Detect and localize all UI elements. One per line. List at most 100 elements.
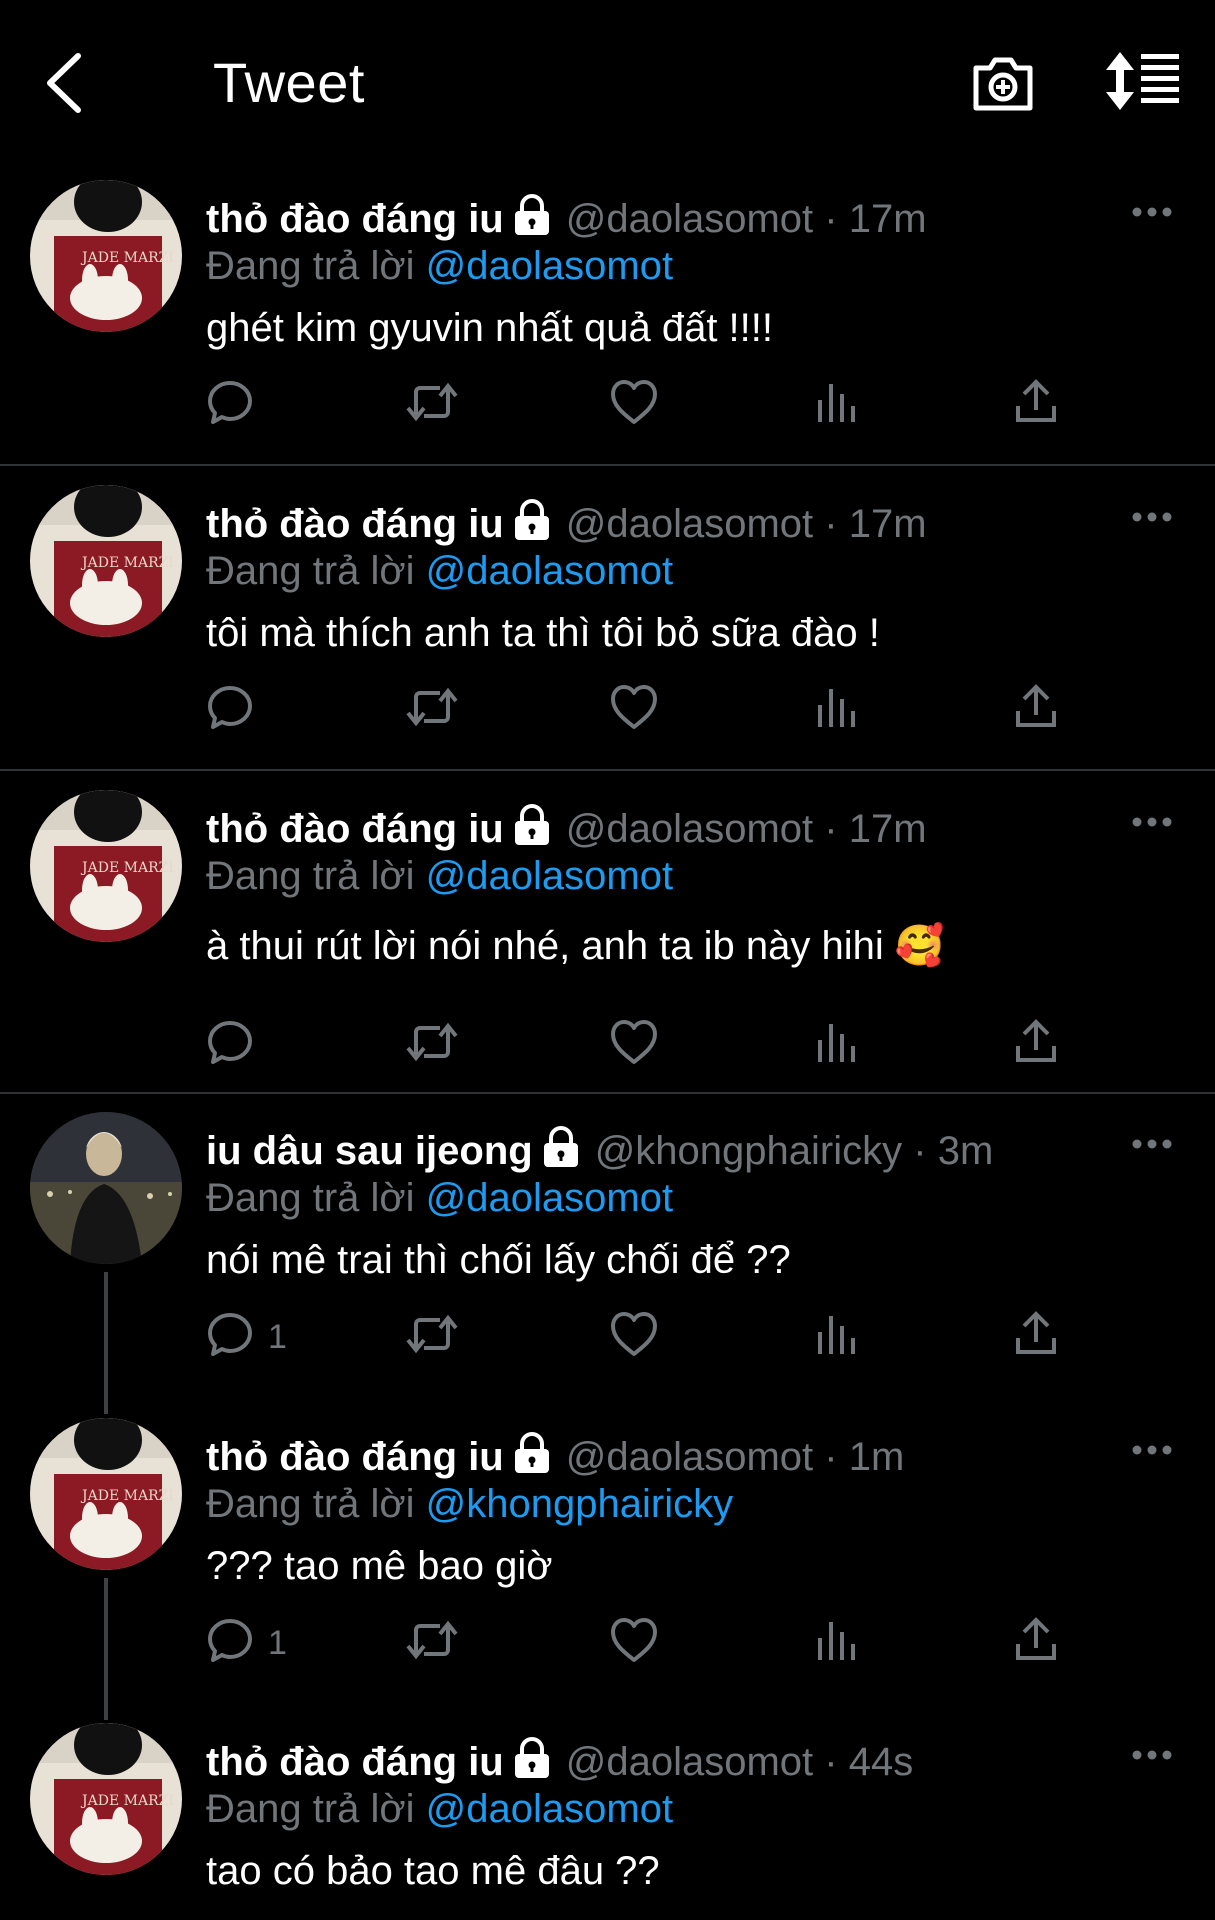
heart-icon xyxy=(609,1616,659,1664)
display-name[interactable]: thỏ đào đáng iu xyxy=(206,807,504,851)
more-icon xyxy=(1130,207,1174,226)
share-icon xyxy=(1014,1018,1058,1066)
more-options-button[interactable] xyxy=(1130,507,1174,527)
timestamp: 3m xyxy=(937,1129,994,1173)
reply-icon xyxy=(206,1018,254,1066)
like-button[interactable] xyxy=(609,1310,659,1362)
share-button[interactable] xyxy=(1014,378,1058,430)
views-button[interactable] xyxy=(814,378,858,430)
views-button[interactable] xyxy=(814,1310,858,1362)
reply-mention-link[interactable]: @daolasomot xyxy=(426,854,673,898)
lock-icon xyxy=(512,499,552,552)
more-options-button[interactable] xyxy=(1130,1745,1174,1765)
share-button[interactable] xyxy=(1014,1310,1058,1362)
replying-to: Đang trả lời @daolasomot xyxy=(206,1174,673,1222)
retweet-button[interactable] xyxy=(404,683,460,735)
user-handle[interactable]: @khongphairicky xyxy=(595,1129,902,1173)
thread-line xyxy=(104,1272,108,1414)
reply-icon xyxy=(206,683,254,731)
views-button[interactable] xyxy=(814,683,858,735)
reply-mention-link[interactable]: @daolasomot xyxy=(426,1787,673,1831)
camera-button[interactable] xyxy=(970,50,1036,116)
user-handle[interactable]: @daolasomot xyxy=(566,1740,813,1784)
retweet-button[interactable] xyxy=(404,378,460,430)
views-button[interactable] xyxy=(814,1018,858,1070)
replying-to: Đang trả lời @daolasomot xyxy=(206,547,673,595)
like-button[interactable] xyxy=(609,378,659,430)
reply-mention-link[interactable]: @daolasomot xyxy=(426,549,673,593)
lock-icon xyxy=(512,194,552,247)
user-handle[interactable]: @daolasomot xyxy=(566,197,813,241)
divider xyxy=(0,464,1215,466)
user-handle[interactable]: @daolasomot xyxy=(566,502,813,546)
reply-button[interactable] xyxy=(206,378,254,430)
user-handle[interactable]: @daolasomot xyxy=(566,1435,813,1479)
display-name[interactable]: thỏ đào đáng iu xyxy=(206,1435,504,1479)
more-options-button[interactable] xyxy=(1130,1134,1174,1154)
reply-icon xyxy=(206,378,254,426)
tweet-text: ghét kim gyuvin nhất quả đất !!!! xyxy=(206,306,774,350)
reply-mention-link[interactable]: @khongphairicky xyxy=(426,1482,733,1526)
thread-line xyxy=(104,1578,108,1720)
user-handle[interactable]: @daolasomot xyxy=(566,807,813,851)
display-name[interactable]: thỏ đào đáng iu xyxy=(206,1740,504,1784)
tweet-text: tôi mà thích anh ta thì tôi bỏ sữa đào ! xyxy=(206,611,880,655)
like-button[interactable] xyxy=(609,683,659,735)
heart-icon xyxy=(609,683,659,731)
views-icon xyxy=(814,1310,858,1358)
tweet-actions xyxy=(206,683,1086,743)
reply-mention-link[interactable]: @daolasomot xyxy=(426,244,673,288)
views-icon xyxy=(814,378,858,426)
divider xyxy=(0,1092,1215,1094)
tweet-header: thỏ đào đáng iu @daolasomot · 17m xyxy=(206,499,927,552)
views-button[interactable] xyxy=(814,1616,858,1668)
timestamp: 17m xyxy=(848,197,927,241)
share-button[interactable] xyxy=(1014,1616,1058,1668)
reply-button[interactable] xyxy=(206,1018,254,1070)
share-button[interactable] xyxy=(1014,1018,1058,1070)
display-name[interactable]: thỏ đào đáng iu xyxy=(206,502,504,546)
separator-dot: · xyxy=(824,1740,838,1784)
avatar[interactable] xyxy=(30,1112,182,1264)
display-name[interactable]: iu dâu sau ijeong xyxy=(206,1129,533,1173)
svg-text:JADE MARZI: JADE MARZI xyxy=(80,250,174,266)
share-icon xyxy=(1014,1616,1058,1664)
avatar[interactable]: JADE MARZI xyxy=(30,1723,182,1875)
share-button[interactable] xyxy=(1014,683,1058,735)
retweet-button[interactable] xyxy=(404,1018,460,1070)
display-name[interactable]: thỏ đào đáng iu xyxy=(206,197,504,241)
replying-to: Đang trả lời @khongphairicky xyxy=(206,1480,733,1528)
avatar[interactable]: JADE MARZI xyxy=(30,790,182,942)
divider xyxy=(0,769,1215,771)
reply-button[interactable]: 1 xyxy=(206,1310,287,1362)
svg-text:JADE MARZI: JADE MARZI xyxy=(80,860,174,876)
reply-mention-link[interactable]: @daolasomot xyxy=(426,1176,673,1220)
avatar[interactable]: JADE MARZI xyxy=(30,180,182,332)
avatar[interactable]: JADE MARZI xyxy=(30,1418,182,1570)
svg-text:JADE MARZI: JADE MARZI xyxy=(80,1488,174,1504)
like-button[interactable] xyxy=(609,1616,659,1668)
views-icon xyxy=(814,1018,858,1066)
more-options-button[interactable] xyxy=(1130,202,1174,222)
tweet-text: nói mê trai thì chối lấy chối để ?? xyxy=(206,1238,791,1282)
svg-text:JADE MARZI: JADE MARZI xyxy=(80,555,174,571)
reply-button[interactable]: 1 xyxy=(206,1616,287,1668)
separator-dot: · xyxy=(824,502,838,546)
separator-dot: · xyxy=(824,1435,838,1479)
lock-icon xyxy=(512,804,552,857)
retweet-button[interactable] xyxy=(404,1310,460,1362)
avatar[interactable]: JADE MARZI xyxy=(30,485,182,637)
like-button[interactable] xyxy=(609,1018,659,1070)
more-options-button[interactable] xyxy=(1130,1440,1174,1460)
lock-icon xyxy=(512,1432,552,1485)
retweet-icon xyxy=(404,1616,460,1664)
more-icon xyxy=(1130,1139,1174,1158)
more-icon xyxy=(1130,1445,1174,1464)
sort-button[interactable] xyxy=(1105,50,1181,112)
reply-button[interactable] xyxy=(206,683,254,735)
back-button[interactable] xyxy=(40,48,90,118)
tweet-text: ??? tao mê bao giờ xyxy=(206,1544,553,1588)
lock-icon xyxy=(512,1737,552,1790)
more-options-button[interactable] xyxy=(1130,812,1174,832)
retweet-button[interactable] xyxy=(404,1616,460,1668)
